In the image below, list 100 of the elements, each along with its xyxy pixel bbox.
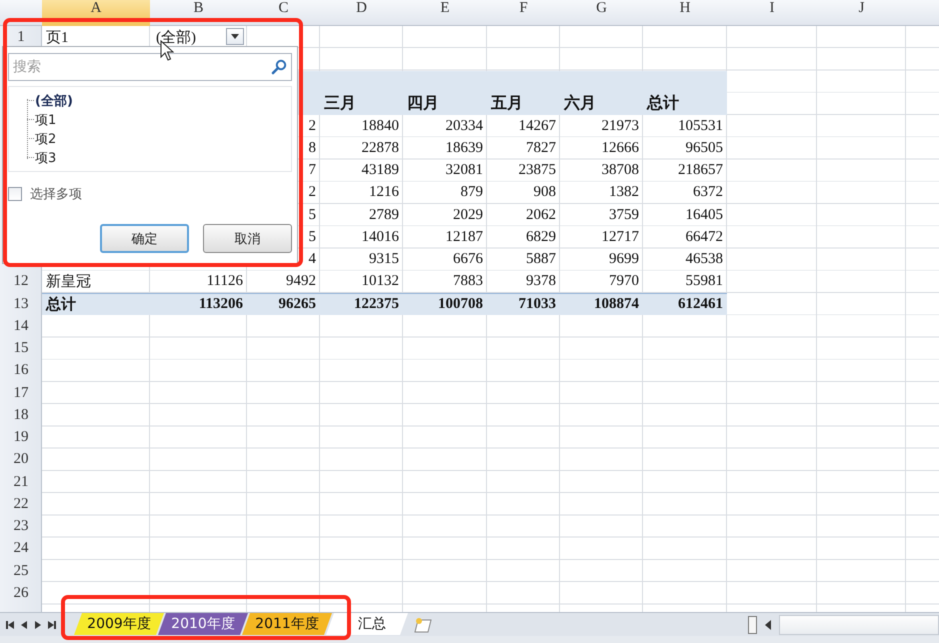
row-number[interactable]: 23 — [0, 516, 42, 538]
column-heading: 四月 — [407, 94, 439, 114]
table-cell: 2029 — [453, 206, 483, 224]
column-header[interactable]: J — [817, 0, 906, 17]
table-cell-text: 总计 — [46, 295, 76, 314]
row-number[interactable]: 16 — [0, 360, 42, 382]
table-cell: 7970 — [609, 273, 639, 290]
first-sheet-icon[interactable] — [4, 618, 16, 630]
filter-label: 页1 — [46, 28, 68, 47]
table-cell: 6829 — [526, 228, 556, 246]
row-number[interactable]: 19 — [0, 426, 42, 449]
column-header[interactable]: D — [320, 0, 403, 17]
sheet-tab[interactable]: 2009年度 — [74, 613, 164, 635]
table-cell: 96265 — [278, 296, 316, 313]
sheet-tab[interactable]: 汇总 — [326, 613, 408, 635]
column-header[interactable]: G — [560, 0, 643, 17]
table-cell: 7827 — [526, 140, 556, 157]
table-cell: 16405 — [686, 206, 723, 224]
checkbox[interactable] — [8, 187, 22, 201]
row-number[interactable]: 18 — [0, 404, 42, 426]
table-cell: 20334 — [446, 118, 483, 135]
row-number[interactable]: 15 — [0, 338, 42, 360]
table-cell: 5 — [308, 206, 316, 224]
table-cell: 22878 — [362, 140, 399, 157]
table-cell: 9378 — [526, 273, 556, 290]
table-cell-text: 新皇冠 — [46, 272, 91, 292]
table-cell: 122375 — [354, 296, 399, 313]
table-cell: 7883 — [453, 273, 483, 290]
table-cell: 2789 — [369, 206, 399, 224]
row-number[interactable]: 14 — [0, 315, 42, 338]
tab-splitter[interactable] — [748, 616, 757, 634]
list-item[interactable]: 项3 — [35, 148, 56, 166]
search-field[interactable]: 搜索 — [8, 53, 292, 81]
filter-value: (全部) — [156, 28, 196, 47]
search-icon — [271, 59, 287, 75]
row-number[interactable]: 1 — [0, 26, 42, 48]
table-cell: 18840 — [362, 118, 399, 135]
row-number[interactable]: 13 — [0, 293, 42, 316]
horizontal-scrollbar[interactable] — [779, 614, 939, 634]
table-cell: 2 — [308, 184, 316, 202]
row-number[interactable]: 24 — [0, 538, 42, 560]
insert-sheet-icon[interactable] — [412, 616, 434, 634]
table-cell: 100708 — [438, 296, 483, 313]
cancel-button[interactable]: 取消 — [203, 224, 292, 253]
table-cell: 96505 — [686, 140, 723, 157]
table-cell: 46538 — [686, 251, 723, 268]
table-cell: 10132 — [362, 273, 399, 290]
column-header[interactable]: C — [247, 0, 320, 17]
row-number[interactable]: 20 — [0, 448, 42, 471]
table-cell: 38708 — [602, 162, 639, 180]
sheet-tab[interactable]: 2011年度 — [242, 613, 332, 635]
caret-icon — [231, 34, 239, 39]
column-header[interactable]: H — [643, 0, 727, 17]
table-cell: 14267 — [518, 118, 556, 135]
column-header[interactable]: B — [150, 0, 247, 17]
column-heading: 三月 — [324, 94, 356, 114]
table-cell: 32081 — [446, 162, 483, 180]
table-cell: 66472 — [686, 228, 723, 246]
table-cell: 12666 — [602, 140, 639, 157]
list-item[interactable]: 项2 — [35, 130, 56, 148]
row-number[interactable]: 25 — [0, 560, 42, 582]
scroll-left-icon[interactable] — [763, 618, 773, 630]
row-number[interactable]: 26 — [0, 582, 42, 604]
table-cell: 1216 — [369, 184, 399, 202]
table-cell: 908 — [534, 184, 556, 202]
sheet-tab[interactable]: 2010年度 — [158, 613, 248, 635]
table-cell: 9315 — [369, 251, 399, 268]
table-cell: 3759 — [609, 206, 639, 224]
last-sheet-icon[interactable] — [46, 618, 58, 630]
table-cell: 5887 — [526, 251, 556, 268]
list-item[interactable]: (全部) — [35, 92, 73, 110]
table-cell: 105531 — [678, 118, 723, 135]
table-cell: 1382 — [609, 184, 639, 202]
column-header[interactable]: E — [403, 0, 487, 17]
table-cell: 55981 — [686, 273, 723, 290]
table-cell: 23875 — [518, 162, 556, 180]
dropdown-button[interactable] — [226, 28, 244, 45]
row-number[interactable]: 21 — [0, 471, 42, 494]
table-cell: 2062 — [526, 206, 556, 224]
list-item[interactable]: 项1 — [35, 110, 56, 128]
column-header[interactable]: I — [727, 0, 817, 17]
table-cell: 43189 — [362, 162, 399, 180]
table-cell: 8 — [308, 140, 316, 157]
table-cell: 21973 — [602, 118, 639, 135]
column-header[interactable]: F — [487, 0, 560, 17]
row-number[interactable]: 22 — [0, 493, 42, 516]
table-cell: 4 — [308, 251, 316, 268]
table-cell: 12187 — [446, 228, 483, 246]
table-cell: 6372 — [693, 184, 723, 202]
table-cell: 5 — [308, 228, 316, 246]
column-heading: 总计 — [647, 94, 679, 114]
row-number[interactable]: 17 — [0, 382, 42, 404]
table-cell: 11126 — [206, 273, 243, 290]
checkbox-label[interactable]: 选择多项 — [30, 185, 82, 203]
table-cell: 879 — [460, 184, 483, 202]
ok-button[interactable]: 确定 — [100, 224, 189, 253]
table-cell: 71033 — [518, 296, 556, 313]
table-cell: 18639 — [446, 140, 483, 157]
row-number[interactable]: 12 — [0, 270, 42, 293]
table-cell: 9699 — [609, 251, 639, 268]
